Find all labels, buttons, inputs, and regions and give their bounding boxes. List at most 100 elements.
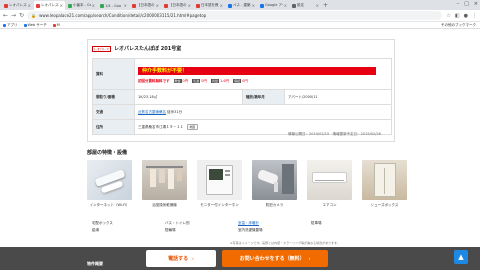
equipment-item: バス・トイレ別 bbox=[165, 221, 190, 225]
feature-caption: エアコン bbox=[322, 203, 337, 207]
property-header: レオパレス レオパレスたんぽぽ 201号室 bbox=[92, 45, 181, 52]
intercom-photo bbox=[197, 160, 242, 200]
apps-icon bbox=[3, 23, 6, 27]
tab-favicon-icon bbox=[4, 3, 8, 8]
browser-tab[interactable]: 【日本語のリスト】× bbox=[130, 1, 161, 10]
tab-favicon-icon bbox=[68, 3, 72, 8]
close-icon[interactable]: × bbox=[60, 3, 63, 8]
property-title: レオパレスたんぽぽ 201号室 bbox=[114, 46, 182, 52]
new-tab-button[interactable]: + bbox=[323, 1, 328, 10]
access-label: 交通 bbox=[92, 104, 135, 120]
browser-tab[interactable]: Google アート× bbox=[258, 1, 289, 10]
equipment-item: 室内洗濯機置場 bbox=[238, 228, 263, 232]
map-button[interactable]: 地図 bbox=[186, 124, 199, 130]
close-window-icon[interactable]: × bbox=[474, 1, 478, 7]
close-icon[interactable]: × bbox=[284, 3, 287, 8]
equipment-row: 宅配ボックス バス・トイレ別 室温・床暖計 駐車場 bbox=[92, 220, 384, 227]
back-icon[interactable]: ← bbox=[3, 12, 8, 19]
deposit-value: 0円 bbox=[182, 78, 189, 83]
close-icon[interactable]: × bbox=[156, 3, 159, 8]
rent-value: 初回分賃料無料です bbox=[138, 78, 170, 83]
page-content: レオパレス レオパレスたんぽぽ 201号室 賃料 仲介手数料が不要！ 初回分賃料… bbox=[0, 29, 480, 247]
bookmark-label: アプリ bbox=[7, 22, 18, 27]
bookmark-apps[interactable]: アプリ bbox=[3, 23, 18, 28]
tab-label: Google アート bbox=[265, 3, 283, 7]
tab-favicon-icon bbox=[228, 3, 232, 8]
guarantee-value: 0円 bbox=[242, 78, 248, 83]
close-icon[interactable]: × bbox=[92, 3, 95, 8]
tab-label: レオパレス21 bbox=[9, 3, 27, 7]
air-conditioner-photo bbox=[307, 160, 352, 200]
feature-item: インターネット（Wi-Fi） bbox=[87, 160, 132, 210]
address-value: 三重県桑名市江場１９－１１ bbox=[138, 125, 184, 129]
call-label: 電話する bbox=[168, 256, 189, 262]
reload-icon[interactable]: ↻ bbox=[19, 12, 24, 19]
call-button[interactable]: 電話する › bbox=[146, 250, 216, 267]
overview-label: 物件概要 bbox=[87, 261, 103, 266]
profile-icon[interactable]: ● bbox=[464, 13, 468, 19]
feature-item: シューズボックス bbox=[362, 160, 407, 210]
deposit-chip: 敷金 bbox=[173, 79, 182, 83]
browser-tab[interactable]: 1/4 - Goo × bbox=[98, 1, 129, 10]
browser-tab[interactable]: 日本語を教える× bbox=[194, 1, 225, 10]
browser-tab[interactable]: 【日本語のリスト】× bbox=[162, 1, 193, 10]
tab-favicon-icon bbox=[196, 3, 200, 8]
equipment-row: 給湯 駐輪場 室内洗濯機置場 bbox=[92, 227, 384, 234]
equipment-item-link[interactable]: 室温・床暖計 bbox=[238, 221, 311, 226]
browser-tab[interactable]: レオパレス21× bbox=[2, 1, 33, 10]
layout-value: 1K/23.18㎡ bbox=[134, 89, 243, 105]
close-icon[interactable]: × bbox=[188, 3, 191, 8]
tab-label: 設定 bbox=[297, 3, 304, 7]
menu-icon[interactable]: ⋮ bbox=[472, 13, 477, 19]
close-icon[interactable]: × bbox=[220, 3, 223, 8]
features-title: 部屋の特徴・設備 bbox=[87, 150, 128, 156]
equipment-list: 宅配ボックス バス・トイレ別 室温・床暖計 駐車場 給湯 駐輪場 室内洗濯機置場 bbox=[92, 220, 384, 234]
search-icon bbox=[23, 23, 27, 27]
browser-tab[interactable]: 設定 × bbox=[290, 1, 321, 10]
feature-caption: 浴室換気乾燥機 bbox=[152, 203, 177, 207]
rent-cell: 仲介手数料が不要！ 初回分賃料無料です 敷金 0円 礼金 0円 共益 1.6円 保証 0… bbox=[134, 58, 392, 90]
url-text: www.leopalace21.com/app/search/Condition… bbox=[39, 13, 207, 18]
mgmt-fee-chip: 共益 bbox=[211, 79, 220, 83]
bookmark-web-search[interactable]: Web サーチ bbox=[23, 22, 47, 28]
tab-favicon-icon bbox=[36, 3, 40, 8]
type-value: アパート/2000/11 bbox=[284, 89, 392, 105]
close-icon[interactable]: × bbox=[316, 3, 319, 8]
forward-icon[interactable]: → bbox=[11, 12, 16, 19]
feature-item: エアコン bbox=[307, 160, 352, 210]
walk-time: 徒歩31分 bbox=[166, 109, 183, 114]
browser-tab-active[interactable]: レオパレス21× bbox=[34, 1, 65, 10]
browser-tab[interactable]: 小番本 - Goo× bbox=[66, 1, 97, 10]
toolbar-icons: ☆ ◧ ● ⋮ bbox=[446, 13, 477, 19]
close-icon[interactable]: × bbox=[252, 3, 255, 8]
minimize-icon[interactable]: – bbox=[457, 1, 460, 7]
close-icon[interactable]: × bbox=[124, 3, 127, 8]
bathroom-dryer-photo bbox=[142, 160, 187, 200]
tab-label: 【日本語のリスト】 bbox=[137, 3, 155, 7]
maximize-icon[interactable]: □ bbox=[464, 1, 469, 7]
property-card: レオパレス レオパレスたんぽぽ 201号室 賃料 仲介手数料が不要！ 初回分賃料… bbox=[87, 39, 395, 142]
feature-caption: モニター付インターホン bbox=[200, 203, 239, 207]
close-icon[interactable]: × bbox=[28, 3, 31, 8]
star-icon[interactable]: ☆ bbox=[446, 13, 450, 19]
browser-tab[interactable]: ペス - 建築 × bbox=[226, 1, 257, 10]
tab-favicon-icon bbox=[100, 3, 104, 8]
other-bookmarks[interactable]: その他のブックマーク bbox=[441, 23, 476, 28]
bookmarks-bar: アプリ Web サーチ M その他のブックマーク bbox=[0, 22, 480, 29]
bookmark-m[interactable]: M bbox=[52, 23, 60, 27]
scroll-top-button[interactable]: ▲ bbox=[454, 250, 468, 264]
station-link[interactable]: 近鉄名古屋線桑名 bbox=[138, 110, 166, 114]
equipment-item: 給湯 bbox=[92, 228, 99, 232]
rent-line: 初回分賃料無料です 敷金 0円 礼金 0円 共益 1.6円 保証 0円 bbox=[138, 78, 388, 85]
security-camera-photo bbox=[252, 160, 297, 200]
guarantee-chip: 保証 bbox=[233, 79, 242, 83]
extension-icon[interactable]: ◧ bbox=[455, 13, 460, 19]
wifi-router-photo bbox=[87, 160, 132, 200]
layout-label: 間取り/面積 bbox=[92, 89, 135, 105]
url-input[interactable]: 🔒 www.leopalace21.com/app/search/Conditi… bbox=[27, 11, 443, 20]
feature-caption: インターネット（Wi-Fi） bbox=[89, 203, 130, 207]
window-controls: – □ × bbox=[457, 1, 478, 7]
inquire-button[interactable]: お問い合わせをする（無料） › bbox=[222, 250, 328, 267]
bookmark-label: Web サーチ bbox=[27, 22, 47, 27]
browser-tab-bar: レオパレス21× レオパレス21× 小番本 - Goo× 1/4 - Goo× … bbox=[0, 0, 480, 10]
